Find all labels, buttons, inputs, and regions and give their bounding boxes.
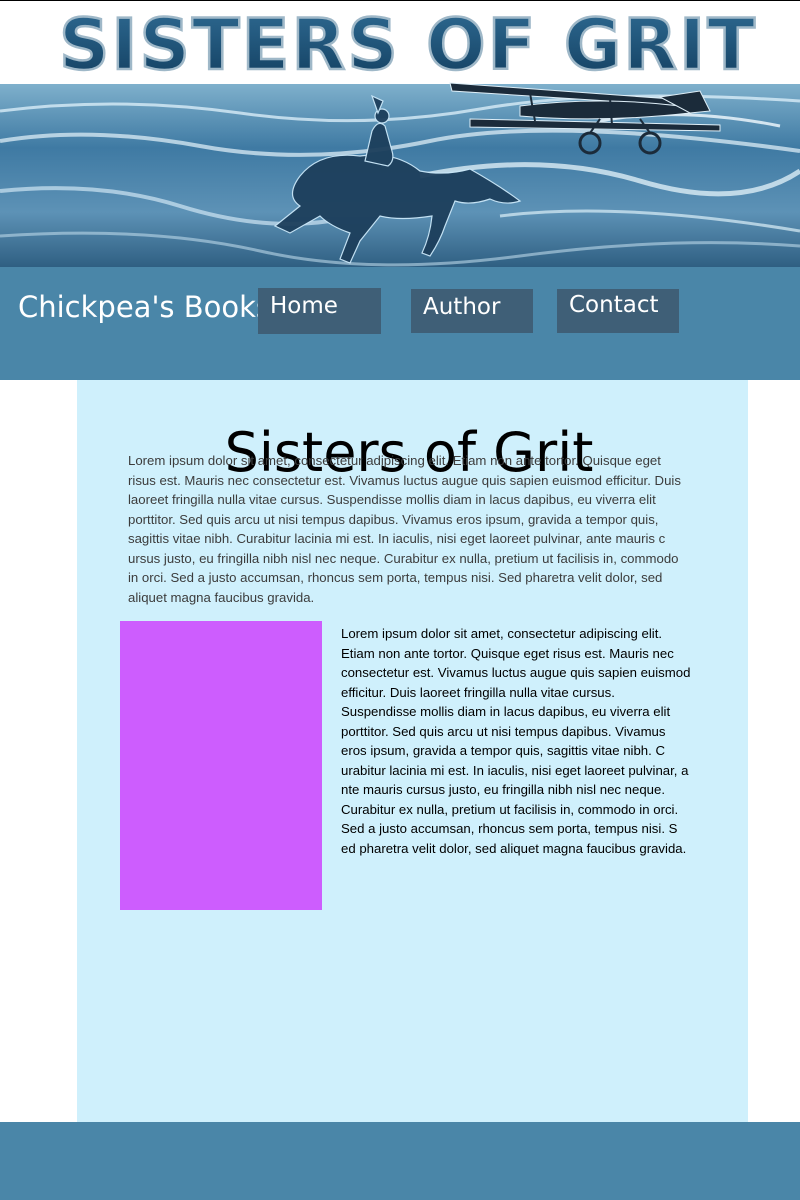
nav-home-button[interactable]: Home	[258, 288, 381, 334]
nav-contact-button[interactable]: Contact	[557, 289, 679, 333]
intro-paragraph: Lorem ipsum dolor sit amet, consectetur …	[128, 453, 681, 605]
logo-text: SISTERS OF GRIT	[59, 4, 757, 86]
header-banner: SISTERS OF GRIT	[0, 1, 800, 267]
main-content: Sisters of Grit Lorem ipsum dolor sit am…	[77, 380, 748, 1122]
site-name[interactable]: Chickpea's Books	[18, 289, 271, 325]
book-cover-image	[120, 621, 322, 910]
navigation-bar: Chickpea's Books Home Author Contact	[0, 267, 800, 380]
footer	[0, 1122, 800, 1200]
side-paragraph: Lorem ipsum dolor sit amet, consectetur …	[341, 626, 691, 856]
banner-illustration: SISTERS OF GRIT	[0, 3, 800, 267]
nav-author-button[interactable]: Author	[411, 289, 533, 333]
page: SISTERS OF GRIT Chickpea's Books Home Au…	[0, 0, 800, 1200]
